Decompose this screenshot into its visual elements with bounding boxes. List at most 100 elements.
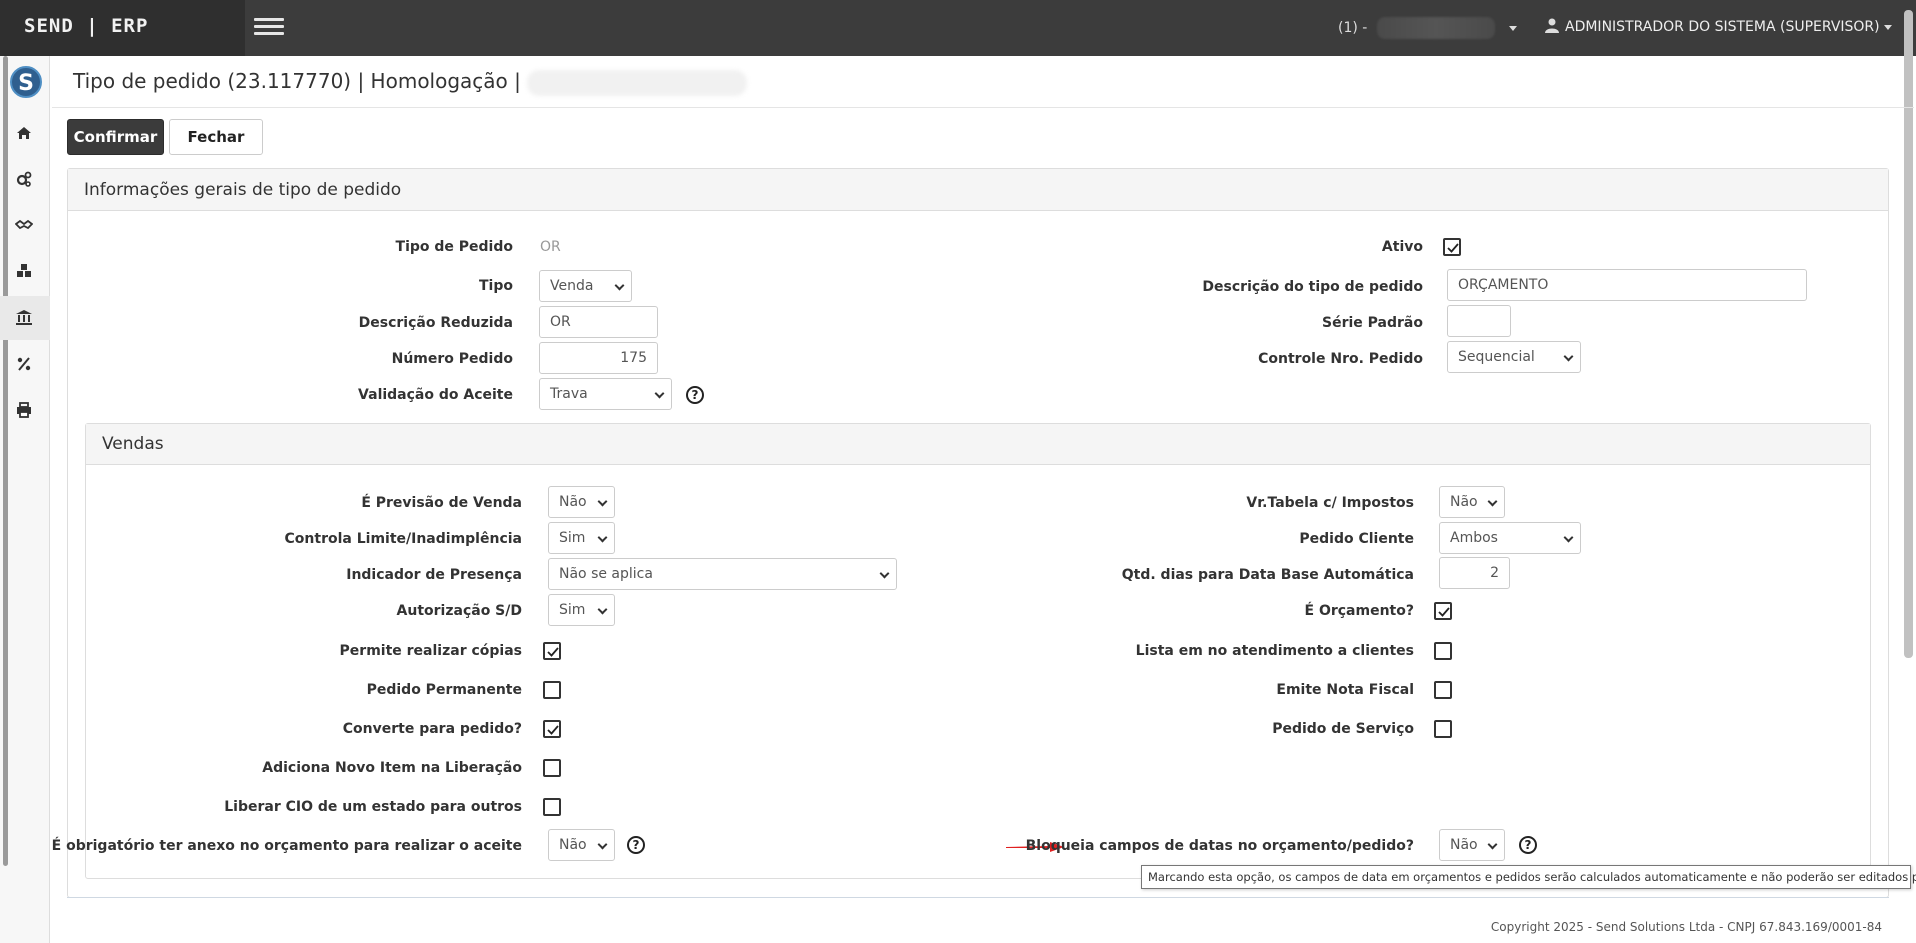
desc-reduzida-input[interactable]: OR (539, 306, 658, 338)
cogs-icon[interactable] (15, 170, 33, 188)
bloqueia-datas-select[interactable]: Não (1439, 829, 1505, 861)
previsao-venda-label: É Previsão de Venda (361, 495, 522, 511)
chevron-down-icon (597, 532, 608, 543)
vr-tabela-select[interactable]: Não (1439, 486, 1505, 518)
help-circle-icon[interactable]: ? (1519, 836, 1537, 854)
checkmark-icon (547, 647, 559, 657)
page-title-text: Tipo de pedido (23.117770) | Homologação… (73, 69, 521, 93)
footer-copyright: Copyright 2025 - Send Solutions Ltda - C… (1490, 920, 1882, 934)
numero-pedido-input[interactable]: 175 (539, 342, 658, 374)
validacao-aceite-value: Trava (550, 386, 588, 402)
help-circle-icon[interactable]: ? (686, 386, 704, 404)
chevron-down-icon (879, 568, 890, 579)
obrigatorio-anexo-select[interactable]: Não (548, 829, 615, 861)
title-redacted (526, 69, 747, 96)
controle-nro-value: Sequencial (1458, 349, 1535, 365)
previsao-venda-select[interactable]: Não (548, 486, 615, 518)
autorizacao-label: Autorização S/D (396, 603, 522, 619)
pedido-servico-label: Pedido de Serviço (1272, 721, 1414, 737)
liberar-cio-label: Liberar CIO de um estado para outros (224, 799, 522, 815)
top-navbar: SEND | ERP (1) - ADMINISTRADOR DO SISTEM… (0, 0, 1916, 56)
home-icon[interactable] (15, 124, 33, 142)
company-name-redacted (1377, 17, 1496, 39)
indicador-presenca-label: Indicador de Presença (346, 567, 522, 583)
indicador-presenca-value: Não se aplica (559, 566, 653, 582)
permite-copias-checkbox[interactable] (543, 642, 561, 660)
chevron-down-icon (1563, 351, 1574, 362)
chevron-down-icon (597, 839, 608, 850)
pedido-cliente-select[interactable]: Ambos (1439, 522, 1581, 554)
handshake-icon[interactable] (15, 216, 33, 234)
autorizacao-select[interactable]: Sim (548, 594, 615, 626)
adiciona-novo-item-checkbox[interactable] (543, 759, 561, 777)
chevron-down-icon (1563, 532, 1574, 543)
permite-copias-label: Permite realizar cópias (339, 643, 522, 659)
pedido-servico-checkbox[interactable] (1434, 720, 1452, 738)
qtd-dias-input[interactable]: 2 (1439, 557, 1510, 589)
vendas-panel-header: Vendas (86, 424, 1870, 465)
ativo-checkbox[interactable] (1443, 238, 1461, 256)
company-selector[interactable]: (1) - (1338, 17, 1518, 39)
desc-tipo-input[interactable]: ORÇAMENTO (1447, 269, 1807, 301)
obrigatorio-anexo-label: É obrigatório ter anexo no orçamento par… (51, 838, 522, 854)
lista-atendimento-label: Lista em no atendimento a clientes (1135, 643, 1414, 659)
liberar-cio-checkbox[interactable] (543, 798, 561, 816)
footer-divider (67, 897, 1889, 898)
sidebar-scrollbar[interactable] (3, 56, 8, 866)
previsao-venda-value: Não (559, 494, 587, 510)
chevron-down-icon (1509, 25, 1518, 31)
ativo-label: Ativo (1381, 239, 1423, 255)
emite-nota-fiscal-label: Emite Nota Fiscal (1276, 682, 1414, 698)
controle-nro-select[interactable]: Sequencial (1447, 341, 1581, 373)
confirm-button[interactable]: Confirmar (67, 119, 164, 155)
controla-limite-label: Controla Limite/Inadimplência (284, 531, 522, 547)
title-divider (52, 107, 1914, 108)
autorizacao-value: Sim (559, 602, 586, 618)
user-name: ADMINISTRADOR DO SISTEMA (SUPERVISOR) (1565, 19, 1880, 35)
indicador-presenca-select[interactable]: Não se aplica (548, 558, 897, 590)
checkmark-icon (1447, 243, 1459, 253)
close-button[interactable]: Fechar (169, 119, 263, 155)
page-title: Tipo de pedido (23.117770) | Homologação… (73, 69, 747, 96)
tipo-select[interactable]: Venda (539, 270, 632, 302)
hamburger-menu-icon[interactable] (254, 18, 284, 38)
vr-tabela-label: Vr.Tabela c/ Impostos (1246, 495, 1414, 511)
qtd-dias-label: Qtd. dias para Data Base Automática (1121, 567, 1414, 583)
pedido-permanente-checkbox[interactable] (543, 681, 561, 699)
validacao-aceite-select[interactable]: Trava (539, 378, 672, 410)
desc-reduzida-label: Descrição Reduzida (358, 315, 513, 331)
chevron-down-icon (654, 388, 665, 399)
chevron-down-icon (597, 604, 608, 615)
user-icon (1545, 18, 1559, 33)
lista-atendimento-checkbox[interactable] (1434, 642, 1452, 660)
bank-icon[interactable] (15, 308, 33, 326)
cubes-icon[interactable] (15, 262, 33, 280)
obrigatorio-anexo-value: Não (559, 837, 587, 853)
company-logo[interactable]: S (10, 66, 42, 98)
print-icon[interactable] (15, 401, 33, 419)
tipo-pedido-value: OR (540, 239, 561, 255)
controla-limite-value: Sim (559, 530, 586, 546)
serie-padrao-input[interactable] (1447, 305, 1511, 337)
chevron-down-icon (1883, 24, 1892, 30)
controla-limite-select[interactable]: Sim (548, 522, 615, 554)
chevron-down-icon (597, 496, 608, 507)
help-tooltip: Marcando esta opção, os campos de data e… (1141, 865, 1916, 889)
bloqueia-datas-label: Bloqueia campos de datas no orçamento/pe… (1025, 838, 1414, 854)
pedido-cliente-label: Pedido Cliente (1299, 531, 1414, 547)
converte-pedido-checkbox[interactable] (543, 720, 561, 738)
e-orcamento-label: É Orçamento? (1304, 603, 1414, 619)
serie-padrao-label: Série Padrão (1322, 315, 1423, 331)
user-menu[interactable]: ADMINISTRADOR DO SISTEMA (SUPERVISOR) (1545, 18, 1892, 35)
pedido-cliente-value: Ambos (1450, 530, 1498, 546)
pedido-permanente-label: Pedido Permanente (366, 682, 522, 698)
controle-nro-label: Controle Nro. Pedido (1258, 351, 1423, 367)
e-orcamento-checkbox[interactable] (1434, 602, 1452, 620)
brand-logo[interactable]: SEND | ERP (0, 0, 245, 56)
percent-icon[interactable] (15, 355, 33, 373)
help-circle-icon[interactable]: ? (627, 836, 645, 854)
chevron-down-icon (614, 280, 625, 291)
numero-pedido-label: Número Pedido (391, 351, 513, 367)
emite-nota-fiscal-checkbox[interactable] (1434, 681, 1452, 699)
desc-tipo-label: Descrição do tipo de pedido (1202, 279, 1423, 295)
